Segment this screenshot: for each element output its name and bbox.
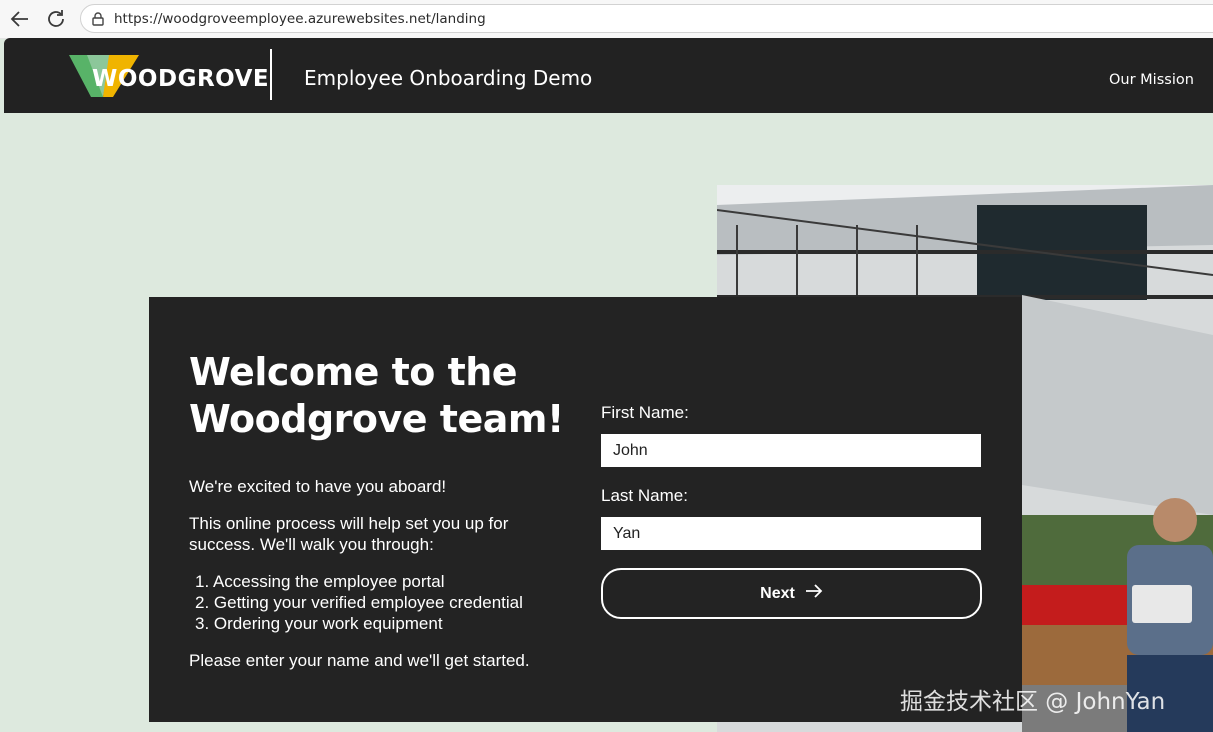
back-arrow-icon[interactable] bbox=[8, 7, 32, 31]
welcome-heading: Welcome to the Woodgrove team! bbox=[189, 350, 564, 441]
step-item: 2. Getting your verified employee creden… bbox=[195, 593, 523, 612]
arrow-right-icon bbox=[805, 584, 823, 603]
onboarding-card: Welcome to the Woodgrove team! We're exc… bbox=[149, 297, 1022, 722]
last-name-label: Last Name: bbox=[601, 486, 688, 505]
reload-icon[interactable] bbox=[44, 7, 68, 31]
steps-list: 1. Accessing the employee portal 2. Gett… bbox=[195, 571, 523, 634]
browser-toolbar: https://woodgroveemployee.azurewebsites.… bbox=[0, 0, 1213, 39]
last-name-input[interactable] bbox=[601, 517, 981, 550]
lock-icon[interactable] bbox=[90, 11, 106, 27]
site-title: Employee Onboarding Demo bbox=[304, 66, 593, 90]
first-name-label: First Name: bbox=[601, 403, 689, 422]
step-item: 1. Accessing the employee portal bbox=[195, 572, 445, 591]
first-name-input[interactable] bbox=[601, 434, 981, 467]
watermark-text: 掘金技术社区 @ JohnYan bbox=[900, 689, 1166, 715]
site-header: WOODGROVE Employee Onboarding Demo Our M… bbox=[4, 38, 1213, 113]
description-text: This online process will help set you up… bbox=[189, 514, 509, 554]
nav-link-our-mission[interactable]: Our Mission bbox=[1109, 72, 1194, 88]
next-button-label: Next bbox=[760, 584, 795, 602]
header-divider bbox=[270, 49, 272, 100]
next-button[interactable]: Next bbox=[601, 568, 982, 619]
logo-text[interactable]: WOODGROVE bbox=[92, 66, 269, 92]
intro-text: We're excited to have you aboard! bbox=[189, 477, 447, 496]
header-nav: Our Mission Ou bbox=[1109, 71, 1213, 89]
url-text: https://woodgroveemployee.azurewebsites.… bbox=[114, 11, 486, 27]
address-bar[interactable]: https://woodgroveemployee.azurewebsites.… bbox=[80, 4, 1213, 33]
prompt-text: Please enter your name and we'll get sta… bbox=[189, 651, 530, 670]
step-item: 3. Ordering your work equipment bbox=[195, 614, 443, 633]
